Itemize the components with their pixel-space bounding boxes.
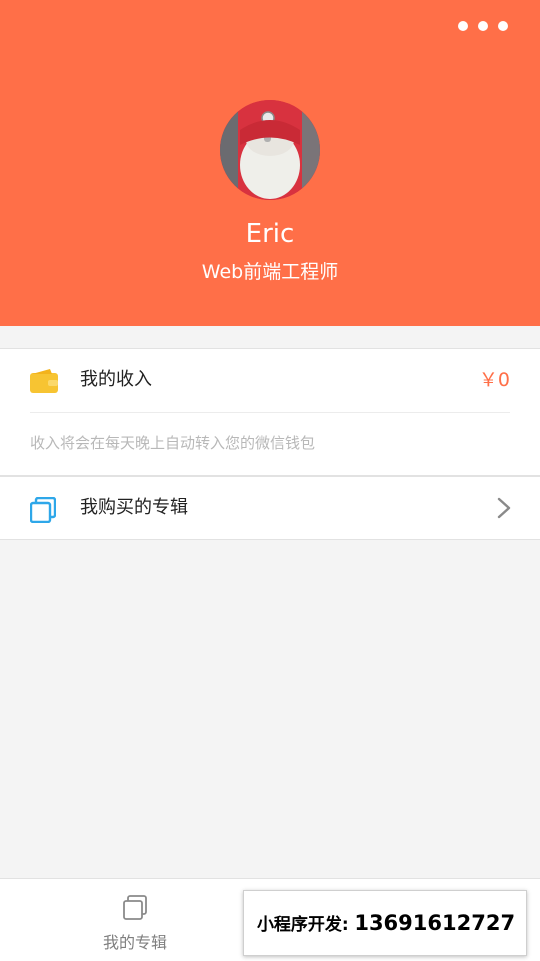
tab-my-albums[interactable]: 我的专辑 bbox=[0, 879, 270, 961]
promo-banner: 小程序开发: 13691612727 bbox=[243, 890, 527, 956]
album-stack-icon bbox=[30, 497, 56, 523]
income-card: 我的收入 ￥0 收入将会在每天晚上自动转入您的微信钱包 bbox=[0, 348, 540, 476]
promo-phone: 13691612727 bbox=[354, 911, 516, 935]
income-hint: 收入将会在每天晚上自动转入您的微信钱包 bbox=[30, 434, 316, 452]
user-title: Web前端工程师 bbox=[201, 261, 339, 283]
albums-label: 我购买的专辑 bbox=[80, 497, 188, 518]
purchased-albums-row[interactable]: 我购买的专辑 bbox=[0, 477, 540, 539]
promo-label: 小程序开发: bbox=[256, 915, 349, 935]
more-menu-button[interactable] bbox=[458, 20, 508, 32]
profile-header: Eric Web前端工程师 bbox=[0, 0, 540, 326]
avatar[interactable] bbox=[220, 100, 320, 200]
more-dot-icon bbox=[458, 21, 468, 31]
user-name: Eric bbox=[245, 219, 295, 249]
income-row[interactable]: 我的收入 ￥0 bbox=[0, 349, 540, 411]
wallet-icon bbox=[30, 369, 58, 393]
album-stack-icon bbox=[123, 895, 147, 920]
more-dot-icon bbox=[498, 21, 508, 31]
chevron-right-icon bbox=[497, 497, 511, 519]
more-dot-icon bbox=[478, 21, 488, 31]
income-label: 我的收入 bbox=[80, 369, 152, 390]
income-amount: ￥0 bbox=[478, 369, 510, 391]
albums-card: 我购买的专辑 bbox=[0, 476, 540, 540]
avatar-image bbox=[220, 100, 320, 200]
tab-label: 我的专辑 bbox=[102, 933, 167, 952]
divider bbox=[30, 412, 510, 413]
